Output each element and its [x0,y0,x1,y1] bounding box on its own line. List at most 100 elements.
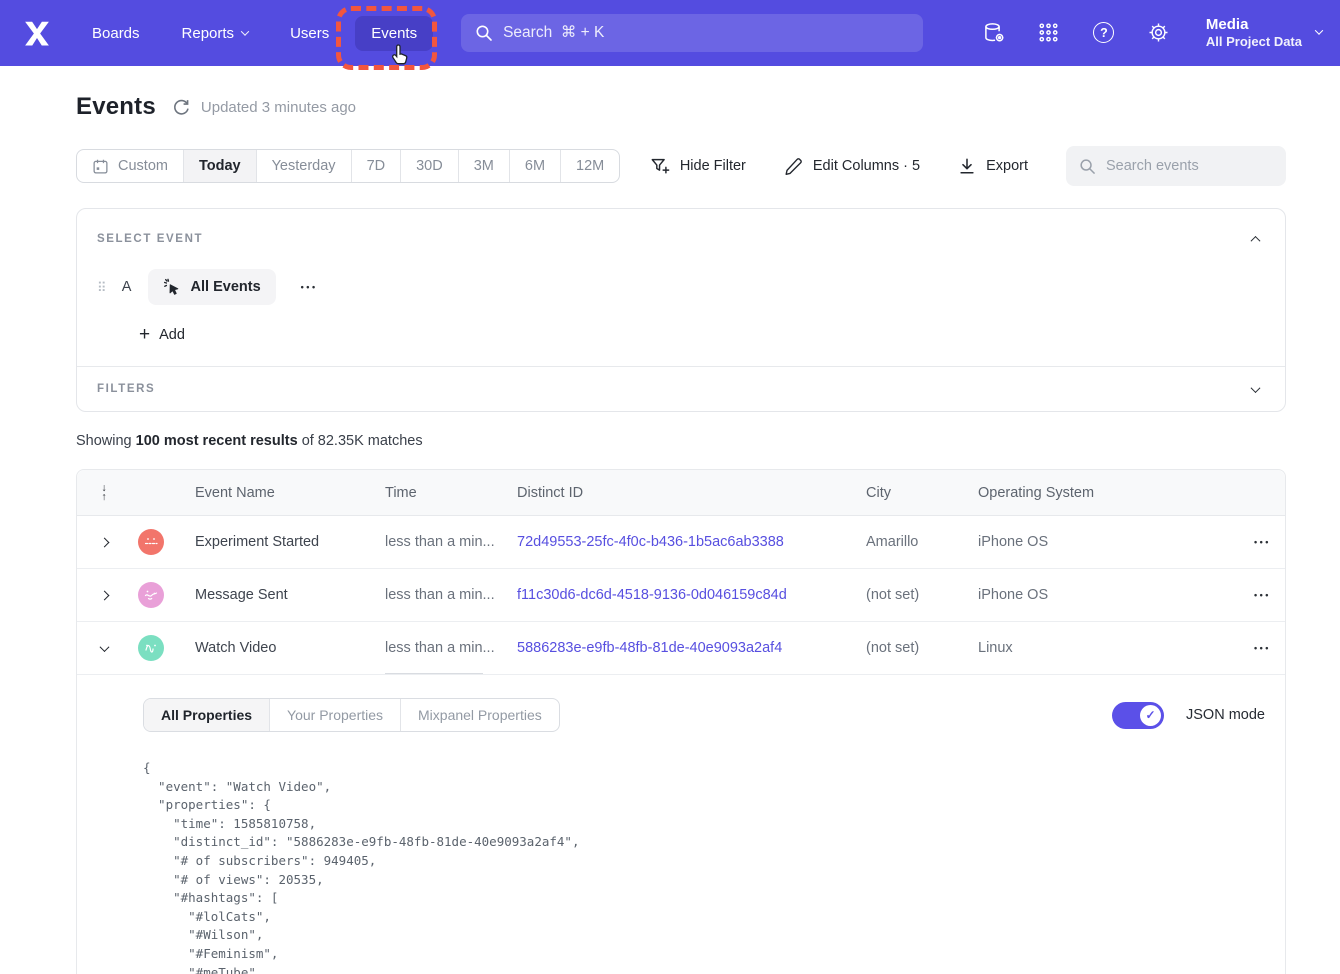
main-content: Events Updated 3 minutes ago Custom Tod [76,93,1286,974]
mixpanel-logo-icon[interactable] [20,16,54,50]
drag-handle-icon[interactable]: ⠿ [97,281,106,294]
date-option-30d[interactable]: 30D [400,150,458,182]
event-selector-button[interactable]: All Events [148,269,276,305]
date-option-6m[interactable]: 6M [509,150,560,182]
json-viewer: { "event": "Watch Video", "properties": … [143,759,1265,974]
collapse-section-button[interactable] [1248,226,1263,252]
chevron-up-icon [1251,236,1261,246]
step-letter: A [120,279,134,295]
check-icon: ✓ [1145,708,1155,722]
column-header-time[interactable]: Time [369,485,501,501]
results-summary: Showing 100 most recent results of 82.35… [76,433,1286,449]
distinct-id-link[interactable]: f11c30d6-dc6d-4518-9136-0d046159c84d [517,587,787,603]
hide-filter-button[interactable]: Hide Filter [650,156,746,176]
city-cell: (not set) [850,587,962,603]
time-cell: less than a min... [369,516,501,568]
event-avatar [138,582,164,608]
date-option-custom[interactable]: Custom [77,150,183,182]
filters-section: FILTERS [77,367,1285,411]
date-option-7d[interactable]: 7D [351,150,401,182]
face-glyph [143,587,159,603]
distinct-id-link[interactable]: 5886283e-e9fb-48fb-81de-40e9093a2af4 [517,640,782,656]
events-table: ↓ ↑ Event Name Time Distinct ID City Ope… [76,469,1286,974]
event-name-cell: Message Sent [179,587,369,603]
project-name: Media [1206,15,1302,35]
project-switcher[interactable]: Media All Project Data [1206,15,1322,51]
nav-item-boards[interactable]: Boards [76,16,156,51]
select-event-section: SELECT EVENT ⠿ A All Events ••• + Add [77,209,1285,366]
toggle-knob: ✓ [1140,705,1161,726]
json-mode-toggle[interactable]: ✓ [1112,702,1164,729]
settings-gear-icon[interactable] [1147,21,1171,45]
chevron-down-icon [1251,383,1261,393]
table-row: Watch Video less than a min... 5886283e-… [77,622,1285,675]
tab-all-properties[interactable]: All Properties [144,699,269,731]
expand-row-button[interactable] [77,539,121,546]
tab-mixpanel-properties[interactable]: Mixpanel Properties [400,699,559,731]
event-avatar [138,635,164,661]
global-search [461,14,923,52]
add-event-button[interactable]: + Add [139,325,1263,344]
date-range-picker: Custom Today Yesterday 7D 30D 3M 6M 12M [76,149,620,183]
city-cell: (not set) [850,640,962,656]
properties-tabs: All Properties Your Properties Mixpanel … [143,698,560,732]
export-button[interactable]: Export [958,157,1028,175]
time-cell: less than a min... [369,569,501,621]
query-builder-card: SELECT EVENT ⠿ A All Events ••• + Add [76,208,1286,412]
sort-asc-icon: ↑ [101,493,106,502]
date-option-12m[interactable]: 12M [560,150,619,182]
nav-item-users[interactable]: Users [274,16,345,51]
nav-item-reports[interactable]: Reports [166,16,265,51]
plus-icon: + [139,325,150,344]
global-search-input[interactable] [461,14,923,52]
json-mode-label: JSON mode [1186,707,1265,723]
filters-label: FILTERS [97,383,155,395]
page-header: Events Updated 3 minutes ago [76,93,1286,121]
sort-toggle[interactable]: ↓ ↑ [77,484,121,502]
filter-funnel-icon [650,156,670,176]
face-glyph [143,534,159,550]
search-icon [1079,158,1096,175]
data-management-icon[interactable] [982,21,1006,45]
search-events-input[interactable] [1066,146,1286,186]
updated-timestamp: Updated 3 minutes ago [201,99,356,116]
page-title: Events [76,93,156,121]
apps-grid-icon[interactable] [1037,21,1061,45]
date-option-today[interactable]: Today [183,150,256,182]
search-events [1066,146,1286,186]
mixpanel-x-glyph [22,18,52,48]
chevron-down-icon [241,27,249,35]
city-cell: Amarillo [850,534,962,550]
column-header-os[interactable]: Operating System [962,485,1170,501]
tab-your-properties[interactable]: Your Properties [269,699,400,731]
column-header-city[interactable]: City [850,485,962,501]
search-icon [475,24,493,42]
chevron-right-icon [100,590,110,600]
table-header: ↓ ↑ Event Name Time Distinct ID City Ope… [77,470,1285,516]
collapse-row-button[interactable] [77,645,121,652]
select-event-label: SELECT EVENT [97,233,203,245]
date-option-yesterday[interactable]: Yesterday [256,150,351,182]
event-name-cell: Watch Video [179,640,369,656]
expand-row-button[interactable] [77,592,121,599]
calendar-icon [92,158,109,175]
column-header-event-name[interactable]: Event Name [179,485,369,501]
primary-nav: Boards Reports Users Events [76,16,433,51]
help-icon[interactable]: ? [1092,21,1116,45]
distinct-id-link[interactable]: 72d49553-25fc-4f0c-b436-1b5ac6ab3388 [517,534,784,550]
refresh-icon[interactable] [172,98,191,117]
column-header-distinct-id[interactable]: Distinct ID [501,485,850,501]
row-menu-button[interactable]: ••• [1170,643,1271,653]
date-option-3m[interactable]: 3M [458,150,509,182]
row-menu-button[interactable]: ••• [1170,537,1271,547]
os-cell: iPhone OS [962,587,1170,603]
row-menu-button[interactable]: ••• [1170,590,1271,600]
navbar-utilities: ? Media All Project Data [982,15,1322,51]
nav-item-events[interactable]: Events [355,16,433,51]
expand-filters-button[interactable] [1248,376,1263,402]
magic-cursor-icon [163,278,181,296]
event-options-menu[interactable]: ••• [301,282,318,292]
pencil-icon [784,157,803,176]
edit-columns-button[interactable]: Edit Columns · 5 [784,157,920,176]
table-row: Message Sent less than a min... f11c30d6… [77,569,1285,622]
